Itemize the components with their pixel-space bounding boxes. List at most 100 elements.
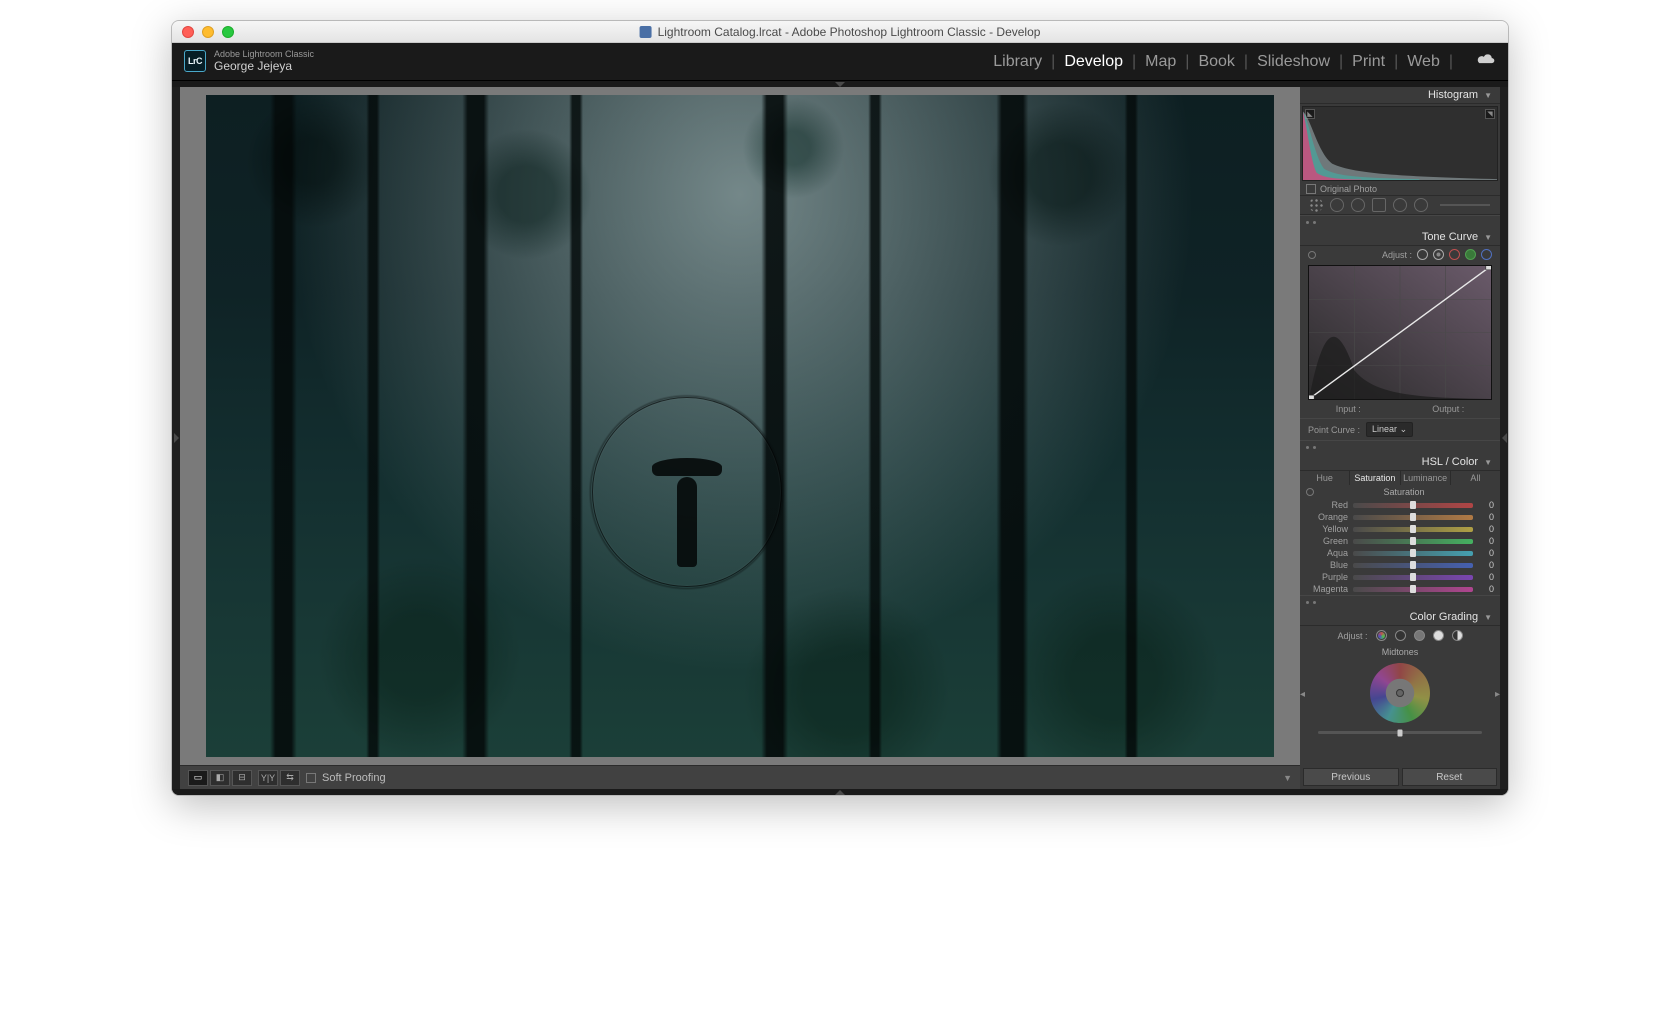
parametric-curve-icon[interactable] <box>1417 249 1428 260</box>
cg-prev-icon[interactable]: ◂ <box>1300 689 1305 700</box>
soft-proofing-checkbox[interactable] <box>306 773 316 783</box>
histogram[interactable]: ◣ ◥ <box>1302 106 1498 181</box>
cg-highlights-icon[interactable] <box>1433 630 1444 641</box>
original-photo-row[interactable]: Original Photo <box>1300 183 1500 195</box>
radial-filter-icon[interactable] <box>1414 198 1428 212</box>
tone-curve-adjust-row: Adjust : <box>1300 246 1500 263</box>
previous-button[interactable]: Previous <box>1303 768 1399 786</box>
cg-color-wheel[interactable] <box>1370 663 1430 723</box>
hsl-value: 0 <box>1478 524 1494 534</box>
point-curve-icon[interactable] <box>1433 249 1444 260</box>
hsl-label: Orange <box>1306 512 1348 522</box>
original-photo-checkbox[interactable] <box>1306 184 1316 194</box>
loupe-toolbar: ▭ ◧ ⊟ Y|Y ⇆ Soft Proofing ▼ <box>180 765 1300 789</box>
bottom-button-row: Previous Reset <box>1300 765 1500 789</box>
left-panel-collapse[interactable] <box>172 87 180 789</box>
tool-size-slider[interactable] <box>1440 204 1490 206</box>
point-curve-select[interactable]: Linear ⌄ <box>1366 422 1413 437</box>
module-develop[interactable]: Develop <box>1064 53 1123 71</box>
hsl-label: Red <box>1306 500 1348 510</box>
module-picker: Library|Develop|Map|Book|Slideshow|Print… <box>993 52 1496 71</box>
hsl-tab-luminance[interactable]: Luminance <box>1401 471 1451 485</box>
cg-global-icon[interactable] <box>1452 630 1463 641</box>
tc-output-label: Output : <box>1432 404 1464 414</box>
hsl-slider-yellow[interactable] <box>1353 527 1473 532</box>
filmstrip-grip[interactable] <box>172 789 1508 795</box>
hsl-slider-green[interactable] <box>1353 539 1473 544</box>
reset-button[interactable]: Reset <box>1402 768 1498 786</box>
module-library[interactable]: Library <box>993 53 1042 71</box>
hsl-value: 0 <box>1478 560 1494 570</box>
hsl-tab-hue[interactable]: Hue <box>1300 471 1350 485</box>
view-mode-group: ▭ ◧ ⊟ <box>188 770 252 786</box>
module-web[interactable]: Web <box>1407 53 1440 71</box>
spot-removal-icon[interactable] <box>1330 198 1344 212</box>
hsl-label: Magenta <box>1306 584 1348 594</box>
hsl-row-red: Red0 <box>1300 499 1500 511</box>
right-panel: Histogram▼ ◣ ◥ Original Photo <box>1300 87 1500 789</box>
toolbar-options-icon[interactable]: ▼ <box>1283 773 1292 783</box>
masking-tool-icon[interactable] <box>1372 198 1386 212</box>
hsl-targeted-adjust-icon[interactable] <box>1306 488 1314 496</box>
module-slideshow[interactable]: Slideshow <box>1257 53 1330 71</box>
panel-switch-strip-3[interactable] <box>1300 595 1500 609</box>
hsl-tabs: HueSaturationLuminanceAll <box>1300 471 1500 485</box>
maximize-window-icon[interactable] <box>222 26 234 38</box>
red-channel-icon[interactable] <box>1449 249 1460 260</box>
hsl-tab-all[interactable]: All <box>1451 471 1500 485</box>
green-channel-icon[interactable] <box>1465 249 1476 260</box>
cg-shadows-icon[interactable] <box>1395 630 1406 641</box>
identity-plate-bar: LrC Adobe Lightroom Classic George Jejey… <box>172 43 1508 81</box>
before-after-lr-button[interactable]: ◧ <box>210 770 230 786</box>
identity-plate: LrC Adobe Lightroom Classic George Jejey… <box>184 50 314 73</box>
yy-swap-button[interactable]: ⇆ <box>280 770 300 786</box>
image-canvas[interactable] <box>180 87 1300 765</box>
hsl-sliders: Red0Orange0Yellow0Green0Aqua0Blue0Purple… <box>1300 499 1500 595</box>
tone-curve-graph[interactable] <box>1308 265 1492 400</box>
minimize-window-icon[interactable] <box>202 26 214 38</box>
tool-strip <box>1300 195 1500 215</box>
module-print[interactable]: Print <box>1352 53 1385 71</box>
hsl-slider-red[interactable] <box>1353 503 1473 508</box>
before-after-tb-button[interactable]: ⊟ <box>232 770 252 786</box>
cg-3way-icon[interactable] <box>1376 630 1387 641</box>
photo-preview <box>206 95 1274 757</box>
loupe-view-button[interactable]: ▭ <box>188 770 208 786</box>
blue-channel-icon[interactable] <box>1481 249 1492 260</box>
crop-tool-icon[interactable] <box>1309 198 1323 212</box>
graduated-filter-icon[interactable] <box>1393 198 1407 212</box>
hsl-slider-orange[interactable] <box>1353 515 1473 520</box>
hsl-tab-saturation[interactable]: Saturation <box>1350 471 1400 485</box>
app-window: Lightroom Catalog.lrcat - Adobe Photosho… <box>171 20 1509 796</box>
cg-midtones-icon[interactable] <box>1414 630 1425 641</box>
histogram-header[interactable]: Histogram▼ <box>1300 87 1500 104</box>
hsl-row-blue: Blue0 <box>1300 559 1500 571</box>
hsl-label: Green <box>1306 536 1348 546</box>
yy-view-button[interactable]: Y|Y <box>258 770 278 786</box>
hsl-slider-magenta[interactable] <box>1353 587 1473 592</box>
radial-mask-overlay[interactable] <box>592 397 782 587</box>
hsl-value: 0 <box>1478 584 1494 594</box>
right-panel-collapse[interactable] <box>1500 87 1508 789</box>
panel-switch-strip-1[interactable] <box>1300 215 1500 229</box>
hsl-slider-blue[interactable] <box>1353 563 1473 568</box>
hsl-row-yellow: Yellow0 <box>1300 523 1500 535</box>
user-name-label: George Jejeya <box>214 60 314 73</box>
hsl-slider-aqua[interactable] <box>1353 551 1473 556</box>
hsl-value: 0 <box>1478 536 1494 546</box>
hsl-slider-purple[interactable] <box>1353 575 1473 580</box>
tc-input-label: Input : <box>1336 404 1361 414</box>
targeted-adjust-icon[interactable] <box>1308 251 1316 259</box>
redeye-tool-icon[interactable] <box>1351 198 1365 212</box>
tone-curve-header[interactable]: Tone Curve▼ <box>1300 229 1500 246</box>
hsl-header[interactable]: HSL / Color▼ <box>1300 454 1500 471</box>
color-grading-header[interactable]: Color Grading▼ <box>1300 609 1500 626</box>
panel-switch-strip-2[interactable] <box>1300 440 1500 454</box>
close-window-icon[interactable] <box>182 26 194 38</box>
module-book[interactable]: Book <box>1198 53 1234 71</box>
cloud-sync-icon[interactable] <box>1462 52 1496 71</box>
lrc-logo-icon: LrC <box>184 50 206 72</box>
cg-luminance-slider[interactable] <box>1318 731 1482 734</box>
module-map[interactable]: Map <box>1145 53 1176 71</box>
hsl-value: 0 <box>1478 572 1494 582</box>
